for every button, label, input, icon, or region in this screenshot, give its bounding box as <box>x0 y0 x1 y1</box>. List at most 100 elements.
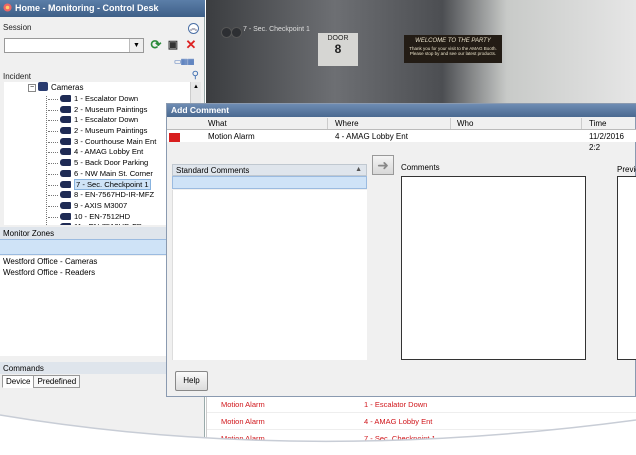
add-comment-dialog: Add Comment What Where Who Time Motion A… <box>166 103 636 397</box>
comments-textarea[interactable] <box>401 176 586 360</box>
incident-header-label: Incident <box>3 72 32 81</box>
search-icon[interactable]: ⚲ <box>192 70 199 81</box>
col-what[interactable]: What <box>208 118 227 129</box>
tree-connector <box>48 141 58 143</box>
standard-comments-header[interactable]: Standard Comments ▲ <box>172 164 367 176</box>
commands-label: Commands <box>3 364 44 373</box>
add-comment-arrow-button[interactable]: ➜ <box>372 155 394 175</box>
col-time[interactable]: Time <box>589 118 606 129</box>
tree-connector <box>48 173 58 175</box>
tree-item-label: 1 - Escalator Down <box>74 115 139 125</box>
tree-item[interactable]: 7 - Sec. Checkpoint 1 <box>4 178 190 191</box>
tree-item[interactable]: 1 - Escalator Down <box>4 94 190 105</box>
tree-item[interactable]: 5 - Back Door Parking <box>4 158 190 169</box>
tree-connector <box>48 109 58 111</box>
door-text: DOOR <box>327 35 349 42</box>
table-row[interactable]: Motion Alarm 1 - Escalator Down <box>207 397 636 413</box>
play-icon[interactable] <box>231 27 242 38</box>
table-row[interactable]: Motion Alarm 4 - AMAG Lobby Ent <box>207 414 636 430</box>
tree-item[interactable]: 10 - EN-7512HD <box>4 212 190 223</box>
banner-text: Thank you for your visit to the AMAG Boo… <box>409 46 497 56</box>
standard-comments-filter[interactable] <box>172 176 367 189</box>
tree-item[interactable]: 9 - AXIS M3007 <box>4 201 190 212</box>
tree-item-label: 8 - EN-7567HD-IR-MFZ <box>74 190 155 200</box>
camera-icon <box>60 201 71 209</box>
camera-icon <box>60 159 71 167</box>
tree-item-label: 5 - Back Door Parking <box>74 158 149 168</box>
monitor-zones-label: Monitor Zones <box>3 229 55 238</box>
video-label: 7 - Sec. Checkpoint 1 <box>243 26 310 33</box>
col-who[interactable]: Who <box>457 118 473 129</box>
tree-item-label: 10 - EN-7512HD <box>74 211 131 221</box>
tree-item-label: 1 - Escalator Down <box>74 94 139 103</box>
standard-comments-label: Standard Comments <box>176 166 250 175</box>
chevron-down-icon[interactable]: ▼ <box>129 39 143 52</box>
tree-connector <box>48 152 58 154</box>
row-time: 11/2/2016 2:2 <box>589 132 624 152</box>
help-button[interactable]: Help <box>175 371 208 391</box>
welcome-banner: WELCOME TO THE PARTY Thank you for your v… <box>404 35 502 63</box>
tree-item[interactable]: 11 - EN-7512HD-FD <box>4 222 190 225</box>
camera-icon <box>60 223 71 225</box>
collapse-icon[interactable]: ︽ <box>188 23 199 34</box>
tree-connector <box>48 205 58 207</box>
alarm-where: 1 - Escalator Down <box>364 400 428 409</box>
session-header-label: Session <box>3 23 32 32</box>
camera-icon <box>60 180 71 188</box>
camera-icon <box>60 191 71 199</box>
camera-icon <box>60 116 71 124</box>
camera-icon <box>60 95 71 102</box>
comments-label: Comments <box>401 163 440 172</box>
camera-icon <box>60 127 71 135</box>
camera-icon <box>60 169 71 177</box>
door-number: 8 <box>334 42 342 56</box>
layout-icon[interactable]: ▭▦▦ <box>174 57 200 66</box>
camera-icon <box>60 105 71 113</box>
tree-item-label: 7 - Sec. Checkpoint 1 <box>74 178 151 190</box>
commands-tabs: Device Predefined <box>2 375 81 388</box>
window-titlebar[interactable]: Home - Monitoring - Control Desk <box>0 0 205 17</box>
app-icon <box>3 3 12 12</box>
dialog-title: Add Comment <box>167 104 636 117</box>
camera-tree[interactable]: − Cameras 1 - Escalator Down 2 - Museum P… <box>4 82 190 225</box>
row-where: 4 - AMAG Lobby Ent <box>335 132 408 141</box>
standard-comments-list[interactable] <box>172 190 367 360</box>
session-header: Session ︽ <box>0 21 205 34</box>
camera-icon <box>60 137 71 145</box>
close-icon[interactable]: ✕ <box>183 37 199 53</box>
tree-root[interactable]: − Cameras <box>4 82 190 94</box>
table-row[interactable]: Motion Alarm 7 - Sec. Checkpoint 1 <box>207 431 636 447</box>
tree-connector <box>48 195 58 197</box>
refresh-icon[interactable]: ⟳ <box>148 37 164 53</box>
tree-item[interactable]: 1 - Escalator Down <box>4 115 190 126</box>
tree-item[interactable]: 6 - NW Main St. Corner <box>4 169 190 180</box>
tree-item[interactable]: 3 - Courthouse Main Ent <box>4 137 190 148</box>
tree-connector <box>48 131 58 133</box>
tree-item[interactable]: 2 - Museum Paintings <box>4 126 190 137</box>
door-sign: DOOR 8 <box>318 33 358 66</box>
tree-root-label: Cameras <box>51 83 84 92</box>
banner-title: WELCOME TO THE PARTY <box>415 38 491 44</box>
tree-item-label: 2 - Museum Paintings <box>74 126 148 136</box>
tree-connector <box>48 184 58 186</box>
tree-item-label: 3 - Courthouse Main Ent <box>74 136 157 146</box>
alarm-where: 4 - AMAG Lobby Ent <box>364 417 433 426</box>
tree-connector <box>48 120 58 122</box>
previous-label: Previo <box>617 165 636 174</box>
tree-item-label: 11 - EN-7512HD-FD <box>74 222 142 225</box>
tree-item-label: 4 - AMAG Lobby Ent <box>74 147 144 157</box>
collapse-tree-icon[interactable]: − <box>28 84 36 92</box>
save-icon[interactable]: ▣ <box>165 37 181 53</box>
alarm-flag-icon <box>169 133 180 142</box>
previous-comments-box <box>617 176 636 360</box>
tree-item[interactable]: 2 - Museum Paintings <box>4 105 190 116</box>
tree-item[interactable]: 8 - EN-7567HD-IR-MFZ <box>4 190 190 201</box>
tab-device[interactable]: Device <box>2 375 35 388</box>
scroll-up-icon[interactable]: ▲ <box>191 82 201 92</box>
tree-item[interactable]: 4 - AMAG Lobby Ent <box>4 147 190 158</box>
session-combo[interactable]: ▼ <box>4 38 144 53</box>
camera-icon <box>60 148 71 156</box>
tab-predefined[interactable]: Predefined <box>33 375 81 388</box>
col-where[interactable]: Where <box>335 118 359 129</box>
sort-up-icon: ▲ <box>355 166 362 173</box>
